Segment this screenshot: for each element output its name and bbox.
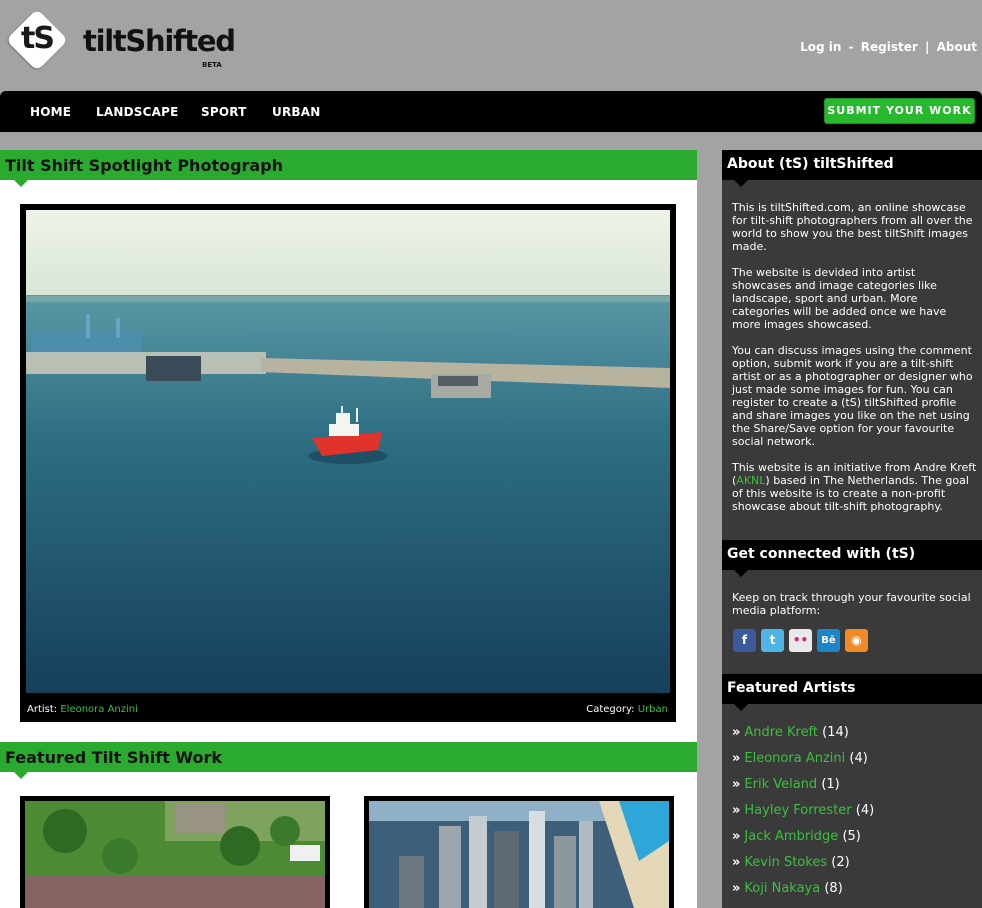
featured-thumb-1[interactable] [20, 796, 330, 908]
site-header: tS tiltShifted BETA Log in - Register | … [0, 0, 982, 91]
bullet-icon: » [732, 829, 741, 844]
spotlight-photo-frame: Artist: Eleonora Anzini Category: Urban [20, 204, 676, 722]
twitter-icon[interactable]: t [761, 629, 784, 652]
artist-link[interactable]: Andre Kreft [744, 725, 818, 740]
about-link[interactable]: About [937, 40, 977, 54]
list-item: » Jack Ambridge (5) [732, 829, 978, 855]
bullet-icon: » [732, 803, 741, 818]
logo-mark: tS [21, 21, 55, 56]
artist-link[interactable]: Hayley Forrester [744, 803, 851, 818]
beta-badge: BETA [202, 61, 222, 69]
bullet-icon: » [732, 881, 741, 896]
account-links: Log in - Register | About [800, 40, 977, 54]
artist-link[interactable]: Jack Ambridge [744, 829, 838, 844]
spotlight-title: Tilt Shift Spotlight Photograph [5, 156, 284, 175]
connect-header: Get connected with (tS) [722, 540, 982, 577]
social-icons: f t •• Bē ◉ [733, 629, 873, 653]
artist-list: » Andre Kreft (14) » Eleonora Anzini (4) »… [732, 725, 978, 907]
artist-count: (4) [849, 751, 868, 766]
artists-header: Featured Artists [722, 674, 982, 711]
artist-link[interactable]: Eleonora Anzini [744, 751, 845, 766]
flickr-icon[interactable]: •• [789, 629, 812, 652]
artist-count: (14) [822, 725, 849, 740]
category-label: Category: [586, 704, 635, 715]
bullet-icon: » [732, 777, 741, 792]
artist-count: (1) [821, 777, 840, 792]
header-pointer [14, 180, 28, 187]
featured-image-city [369, 801, 669, 908]
city-skyline-image [369, 801, 669, 908]
logo-name[interactable]: tiltShifted [83, 24, 236, 58]
about-paragraph: This website is an initiative from Andre… [732, 461, 978, 513]
list-item: » Hayley Forrester (4) [732, 803, 978, 829]
about-paragraph: This is tiltShifted.com, an online showc… [732, 201, 973, 253]
artist-link[interactable]: Koji Nakaya [744, 881, 820, 896]
list-item: » Koji Nakaya (8) [732, 881, 978, 907]
list-item: » Kevin Stokes (2) [732, 855, 978, 881]
link-separator: | [925, 40, 930, 54]
park-crowd-image [25, 801, 325, 908]
nav-item-home[interactable]: HOME [30, 105, 71, 119]
artist-link[interactable]: Kevin Stokes [744, 855, 827, 870]
photo-caption: Artist: Eleonora Anzini Category: Urban [20, 696, 676, 722]
nav-item-sport[interactable]: SPORT [201, 105, 247, 119]
header-pointer [734, 180, 748, 187]
featured-image-park [25, 801, 325, 908]
connect-title: Get connected with (tS) [727, 546, 916, 562]
about-text-part: ) based in The Netherlands. The goal of … [732, 474, 969, 513]
about-paragraph: The website is devided into artist showc… [732, 266, 947, 331]
artist-info: Artist: Eleonora Anzini [27, 704, 138, 715]
spotlight-photo[interactable] [26, 210, 670, 693]
featured-header: Featured Tilt Shift Work [0, 742, 697, 779]
behance-icon[interactable]: Bē [817, 629, 840, 652]
artist-link[interactable]: Erik Veland [744, 777, 817, 792]
list-item: » Eleonora Anzini (4) [732, 751, 978, 777]
category-link[interactable]: Urban [638, 704, 668, 715]
list-item: » Erik Veland (1) [732, 777, 978, 803]
register-link[interactable]: Register [861, 40, 918, 54]
submit-work-button[interactable]: SUBMIT YOUR WORK [824, 98, 975, 124]
logo-icon[interactable]: tS [5, 8, 69, 72]
facebook-icon[interactable]: f [733, 629, 756, 652]
artist-label: Artist: [27, 704, 58, 715]
bullet-icon: » [732, 751, 741, 766]
bullet-icon: » [732, 725, 741, 740]
artist-count: (2) [831, 855, 850, 870]
nav-item-landscape[interactable]: LANDSCAPE [96, 105, 178, 119]
aknl-link[interactable]: AKNL [736, 474, 765, 487]
link-separator: - [848, 40, 854, 54]
about-header: About (tS) tiltShifted [722, 150, 982, 187]
nav-item-urban[interactable]: URBAN [272, 105, 320, 119]
harbor-boat-image [26, 210, 670, 693]
rss-icon[interactable]: ◉ [845, 629, 868, 652]
connect-text: Keep on track through your favourite soc… [732, 591, 971, 617]
artist-count: (8) [824, 881, 843, 896]
header-pointer [734, 704, 748, 711]
artist-count: (5) [842, 829, 861, 844]
login-link[interactable]: Log in [800, 40, 841, 54]
featured-thumb-2[interactable] [364, 796, 674, 908]
artists-title: Featured Artists [727, 680, 856, 696]
list-item: » Andre Kreft (14) [732, 725, 978, 751]
artist-count: (4) [855, 803, 875, 818]
artist-link[interactable]: Eleonora Anzini [60, 704, 138, 715]
about-paragraph: You can discuss images using the comment… [732, 344, 973, 448]
bullet-icon: » [732, 855, 741, 870]
featured-title: Featured Tilt Shift Work [5, 748, 223, 767]
category-info: Category: Urban [586, 704, 668, 715]
header-pointer [14, 772, 28, 779]
header-pointer [734, 570, 748, 577]
about-title: About (tS) tiltShifted [727, 156, 894, 172]
spotlight-header: Tilt Shift Spotlight Photograph [0, 150, 697, 187]
about-text: This is tiltShifted.com, an online showc… [732, 201, 978, 526]
